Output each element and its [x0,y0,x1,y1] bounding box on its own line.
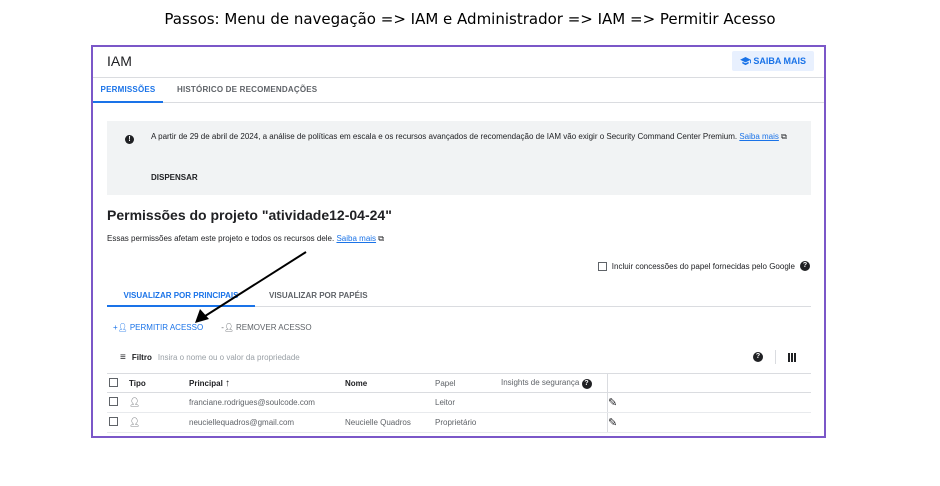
table-header-row: Tipo Principal ↑ Nome Papel Insights de … [107,373,811,393]
view-tabs: VISUALIZAR POR PRINCIPAIS VISUALIZAR POR… [107,280,811,307]
type-cell: 👤︎ [125,392,189,413]
help-icon[interactable]: ? [800,261,810,271]
external-link-icon: ⧉ [376,234,384,243]
col-papel: Papel [435,373,501,393]
table-help-icon[interactable]: ? [753,352,763,362]
remover-acesso-button[interactable]: -👤︎ REMOVER ACESSO [221,323,311,332]
include-google-grants-checkbox[interactable] [597,261,607,271]
row-select-cell [107,392,125,413]
col-principal[interactable]: Principal ↑ [189,373,345,393]
instruction-caption: Passos: Menu de navegação => IAM e Admin… [164,10,776,28]
include-google-grants-label: Incluir concessões do papel fornecidas p… [611,261,795,271]
active-view-tab-indicator [107,305,255,307]
tab-permissoes[interactable]: PERMISSÕES [93,85,163,94]
subtitle-saiba-mais-link[interactable]: Saiba mais [336,234,376,243]
add-person-icon: +👤︎ [113,323,128,332]
filter-icon: ≡ [120,352,126,363]
table-row: 👤︎ neuciellequadros@gmail.com Neucielle … [107,412,811,433]
name-cell: Neucielle Quadros [345,412,435,433]
iam-panel: IAM SAIBA MAIS PERMISSÕES HISTÓRICO DE R… [91,45,826,438]
table-row: 👤︎ franciane.rodrigues@soulcode.com Leit… [107,392,811,413]
insights-cell [501,392,608,413]
col-principal-label: Principal [189,378,223,388]
select-all-cell [107,373,125,393]
external-link-icon: ⧉ [778,132,787,141]
filter-label: Filtro [131,353,152,362]
row-checkbox[interactable] [109,417,118,426]
page-title: IAM [107,53,132,69]
edit-pencil-icon[interactable]: ✎ [608,417,617,429]
action-bar: +👤︎ PERMITIR ACESSO -👤︎ REMOVER ACESSO [113,323,312,332]
banner-text: A partir de 29 de abril de 2024, a análi… [151,132,738,141]
principal-cell: neuciellequadros@gmail.com [189,412,345,433]
active-tab-indicator [93,101,163,103]
filter-bar: ≡ Filtro Insira o nome ou o valor da pro… [120,352,300,363]
col-tipo: Tipo [125,373,189,393]
permissions-table: Tipo Principal ↑ Nome Papel Insights de … [107,373,811,433]
person-icon: 👤︎ [129,397,141,407]
sort-ascending-icon: ↑ [225,377,231,389]
tab-historico-recomendacoes[interactable]: HISTÓRICO DE RECOMENDAÇÕES [177,85,317,94]
banner-message: A partir de 29 de abril de 2024, a análi… [151,131,801,142]
edit-cell: ✎ [607,412,811,433]
remover-acesso-label: REMOVER ACESSO [236,323,312,332]
edit-cell: ✎ [607,392,811,413]
edit-pencil-icon[interactable]: ✎ [608,397,617,409]
principal-cell: franciane.rodrigues@soulcode.com [189,392,345,413]
project-permissions-title: Permissões do projeto "atividade12-04-24… [107,207,392,223]
person-icon: 👤︎ [129,417,141,427]
project-permissions-subtitle: Essas permissões afetam este projeto e t… [107,234,384,244]
col-insights: Insights de segurança ? [501,373,608,393]
saiba-mais-button[interactable]: SAIBA MAIS [732,51,814,71]
page-header: IAM SAIBA MAIS [93,47,824,78]
row-checkbox[interactable] [109,397,118,406]
tab-visualizar-por-principais[interactable]: VISUALIZAR POR PRINCIPAIS [107,291,255,300]
filter-input[interactable]: Insira o nome ou o valor da propriedade [158,353,300,362]
column-display-icon[interactable] [788,352,796,362]
name-cell [345,392,435,413]
include-google-grants: Incluir concessões do papel fornecidas p… [597,261,810,271]
type-cell: 👤︎ [125,412,189,433]
notice-banner: ! A partir de 29 de abril de 2024, a aná… [107,121,811,195]
tab-visualizar-por-papeis[interactable]: VISUALIZAR POR PAPÉIS [269,291,368,300]
tools-divider [775,350,776,364]
dismiss-button[interactable]: DISPENSAR [151,173,198,182]
info-icon: ! [125,135,134,144]
saiba-mais-label: SAIBA MAIS [753,56,806,66]
select-all-checkbox[interactable] [109,377,118,387]
remove-person-icon: -👤︎ [221,323,235,332]
subtitle-text: Essas permissões afetam este projeto e t… [107,234,335,243]
banner-saiba-mais-link[interactable]: Saiba mais [739,132,779,141]
row-select-cell [107,412,125,433]
insights-cell [501,412,608,433]
permitir-acesso-button[interactable]: +👤︎ PERMITIR ACESSO [113,323,203,332]
school-icon [740,56,752,65]
role-cell: Proprietário [435,412,501,433]
role-cell: Leitor [435,392,501,413]
insights-help-icon[interactable]: ? [581,378,592,389]
col-actions [607,373,811,393]
permitir-acesso-label: PERMITIR ACESSO [129,323,204,332]
col-nome: Nome [345,373,435,393]
table-tools: ? [753,350,796,364]
main-tabs: PERMISSÕES HISTÓRICO DE RECOMENDAÇÕES [93,78,824,103]
col-insights-label: Insights de segurança [501,377,580,387]
